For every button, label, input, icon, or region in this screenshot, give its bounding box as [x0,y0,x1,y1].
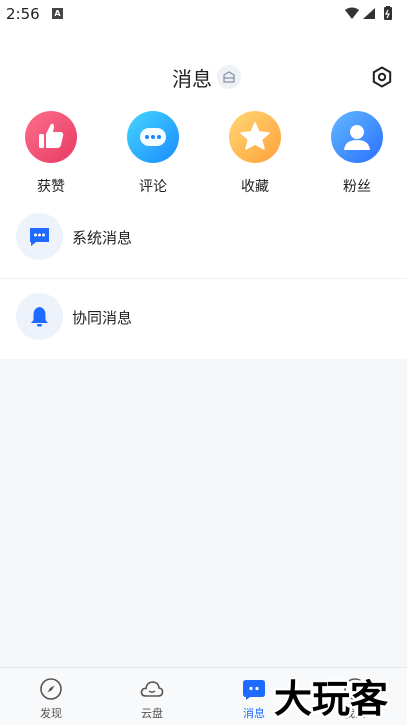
status-icons [344,6,399,22]
tab-label: 云盘 [141,707,163,720]
cloud-icon [140,677,164,701]
row-label: 系统消息 [72,229,133,247]
watermark-logo: 大玩客 大玩客 [272,670,402,724]
status-time: 2:56 [6,5,40,23]
settings-gear-icon[interactable] [370,65,394,89]
collaboration-messages-row[interactable]: 协同消息 [0,279,407,359]
header: 消息 [0,62,407,92]
row-label: 协同消息 [72,309,133,327]
compass-icon [39,677,63,701]
wifi-signal-battery-icon [345,6,392,20]
chat-icon [16,213,63,260]
mailbox-icon[interactable] [217,65,241,89]
system-messages-row[interactable]: 系统消息 [0,199,407,279]
comment-icon [127,111,179,163]
quick-action-likes[interactable]: 获赞 [16,111,86,197]
quick-action-label: 获赞 [37,179,65,195]
quick-action-fans[interactable]: 粉丝 [322,111,392,197]
quick-actions: 获赞 评论 收藏 粉丝 [0,111,407,201]
bell-icon [16,293,63,340]
tab-discover[interactable]: 发现 [1,668,101,725]
quick-action-label: 粉丝 [343,179,371,195]
quick-action-label: 评论 [139,179,167,195]
quick-action-comments[interactable]: 评论 [118,111,188,197]
star-icon [229,111,281,163]
page-title: 消息 [172,67,212,91]
top-panel: 2:56 A 消息 获赞 评论 收藏 粉丝 系统消息 协同消息 [0,0,407,359]
notification-icon: A [52,8,63,19]
quick-action-label: 收藏 [241,179,269,195]
message-icon [242,677,266,701]
user-icon [331,111,383,163]
tab-cloud[interactable]: 云盘 [102,668,202,725]
quick-action-favorites[interactable]: 收藏 [220,111,290,197]
tab-label: 发现 [40,707,62,720]
status-bar: 2:56 A [0,0,407,28]
watermark-text: 大玩客 [274,677,388,721]
thumbs-up-icon [25,111,77,163]
